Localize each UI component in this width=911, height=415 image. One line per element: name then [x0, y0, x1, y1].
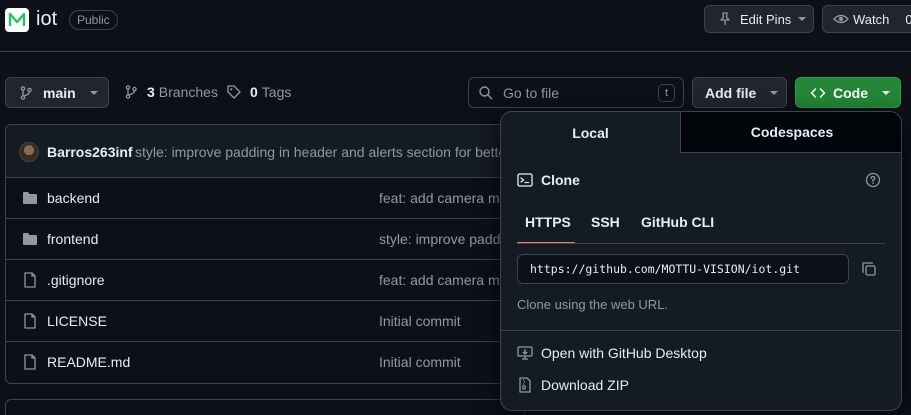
tab-codespaces-label: Codespaces [750, 124, 834, 140]
copy-icon[interactable] [861, 261, 877, 277]
file-commit-message[interactable]: style: improve padd [379, 231, 500, 247]
watch-button[interactable]: Watch 0 [822, 5, 911, 33]
tab-codespaces[interactable]: Codespaces [681, 112, 901, 153]
chevron-down-icon [798, 17, 807, 21]
branch-name: main [43, 84, 76, 101]
code-dropdown-panel: Local Codespaces Clone HTTPS SSH GitHub … [500, 111, 902, 411]
header-divider [0, 51, 911, 52]
desktop-download-icon [517, 346, 533, 360]
tab-ssh[interactable]: SSH [591, 214, 620, 230]
folder-icon [23, 233, 37, 245]
file-name[interactable]: frontend [47, 231, 98, 247]
git-branch-icon [125, 85, 137, 99]
add-file-label: Add file [705, 84, 757, 101]
panel-divider [501, 330, 901, 331]
branches-link[interactable]: 3 Branches [123, 84, 218, 100]
branches-count: 3 [147, 84, 155, 100]
download-zip-item[interactable]: Download ZIP [517, 377, 629, 393]
file-name[interactable]: backend [47, 190, 100, 206]
search-icon [479, 85, 493, 99]
folder-icon [23, 192, 37, 204]
clone-url: https://github.com/MOTTU-VISION/iot.git [530, 262, 801, 276]
question-icon[interactable] [865, 172, 881, 188]
search-placeholder: Go to file [503, 84, 560, 101]
open-with-desktop-label: Open with GitHub Desktop [541, 345, 707, 361]
file-row[interactable]: LICENSE Initial commit [6, 300, 506, 341]
chevron-down-icon [89, 90, 98, 95]
tab-github-cli[interactable]: GitHub CLI [641, 214, 714, 230]
tag-icon [227, 85, 241, 99]
commit-author[interactable]: Barros263inf [47, 144, 133, 160]
file-commit-message[interactable]: Initial commit [379, 313, 461, 329]
file-row[interactable]: backend feat: add camera mo [6, 177, 507, 218]
pin-icon [720, 12, 730, 25]
latest-commit-bar: Barros263inf style: improve padding in h… [6, 125, 524, 178]
watch-label: Watch [853, 11, 890, 27]
readme-card [5, 399, 525, 415]
file-icon [24, 354, 36, 370]
terminal-icon [517, 173, 533, 187]
protocol-tabs-divider [517, 243, 885, 244]
tab-https[interactable]: HTTPS [525, 214, 571, 230]
file-commit-message[interactable]: feat: add camera mo [379, 272, 507, 288]
clone-hint: Clone using the web URL. [517, 297, 669, 312]
branches-label: Branches [158, 84, 218, 100]
open-with-desktop-item[interactable]: Open with GitHub Desktop [517, 345, 707, 361]
branch-select[interactable]: main [5, 77, 109, 108]
file-row[interactable]: frontend style: improve padd [6, 218, 506, 259]
code-button[interactable]: Code [795, 77, 901, 108]
file-icon [24, 272, 36, 288]
edit-pins-label: Edit Pins [740, 11, 792, 27]
file-icon [24, 313, 36, 329]
visibility-badge: Public [69, 10, 118, 30]
avatar[interactable] [19, 142, 39, 162]
file-zip-icon [519, 377, 531, 393]
tags-label: Tags [261, 84, 292, 100]
repo-name[interactable]: iot [36, 8, 57, 31]
clone-url-field[interactable]: https://github.com/MOTTU-VISION/iot.git [517, 254, 849, 284]
repo-avatar[interactable] [5, 8, 29, 32]
file-commit-message[interactable]: Initial commit [379, 354, 461, 370]
tags-link[interactable]: 0 Tags [226, 84, 291, 100]
chevron-down-icon [882, 90, 890, 95]
clone-title: Clone [541, 172, 580, 188]
file-name[interactable]: LICENSE [47, 313, 107, 329]
chevron-down-icon [770, 90, 779, 95]
file-name[interactable]: README.md [47, 354, 130, 370]
git-branch-icon [20, 85, 32, 100]
eye-icon [833, 14, 849, 24]
file-row[interactable]: .gitignore feat: add camera mo [6, 259, 507, 300]
tab-local[interactable]: Local [501, 112, 681, 153]
go-to-file-search[interactable]: Go to file t [468, 77, 684, 108]
download-zip-label: Download ZIP [541, 377, 629, 393]
watch-count: 0 [905, 11, 911, 27]
file-name[interactable]: .gitignore [47, 272, 105, 288]
tags-count: 0 [250, 84, 258, 100]
file-row[interactable]: README.md Initial commit [6, 341, 506, 382]
code-label: Code [833, 84, 868, 101]
add-file-button[interactable]: Add file [692, 77, 787, 108]
edit-pins-button[interactable]: Edit Pins [704, 5, 814, 33]
commit-message[interactable]: style: improve padding in header and ale… [135, 144, 506, 160]
tab-local-label: Local [572, 124, 609, 141]
code-icon [810, 87, 826, 98]
file-commit-message[interactable]: feat: add camera mo [379, 190, 507, 206]
search-shortcut-key: t [658, 84, 675, 102]
repo-logo-icon [8, 12, 26, 26]
